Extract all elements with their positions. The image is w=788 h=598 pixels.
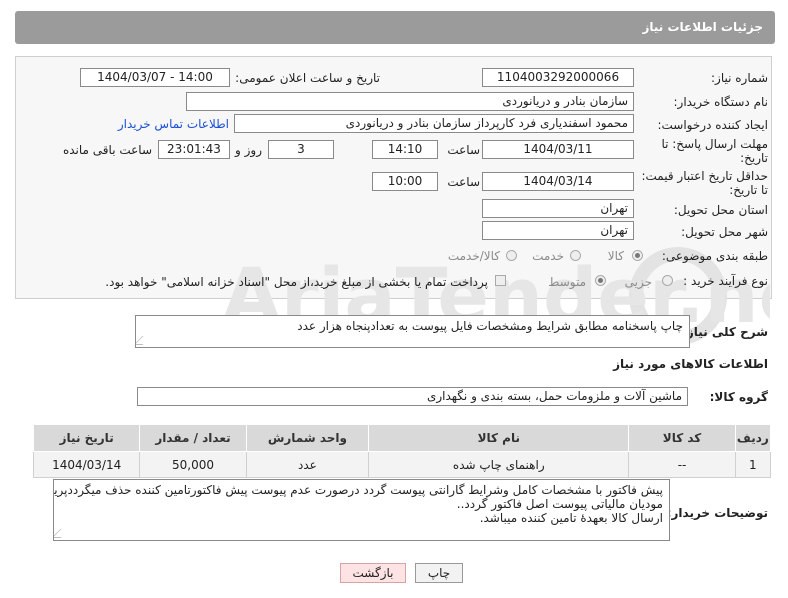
category-goods-radio[interactable] — [632, 250, 643, 261]
cell-unit: عدد — [245, 451, 370, 478]
cell-code: -- — [628, 451, 736, 478]
announce-date-label: تاریخ و ساعت اعلان عمومی: — [235, 71, 380, 85]
page-title: جزئیات اطلاعات نیاز — [642, 20, 763, 34]
reply-time-field: 14:10 — [372, 140, 438, 159]
days-label: روز و — [235, 143, 262, 157]
col-date-header: تاریخ نیاز — [32, 424, 141, 452]
city-label: شهر محل تحویل: — [681, 225, 768, 239]
category-service-label: خدمت — [532, 249, 564, 263]
price-date-field: 1404/03/14 — [482, 172, 634, 191]
buyer-org-label: نام دستگاه خریدار: — [673, 95, 769, 109]
buyer-org-field: سازمان بنادر و دریانوردی — [186, 92, 634, 111]
remaining-time-field: 23:01:43 — [158, 140, 230, 159]
reply-deadline-label: مهلت ارسال پاسخ: تا — [661, 137, 768, 151]
cell-date: 1404/03/14 — [32, 451, 141, 478]
price-deadline-label-2: تا تاریخ: — [729, 183, 768, 197]
treasury-payment-note: پرداخت تمام یا بخشی از مبلغ خرید،از محل … — [105, 275, 488, 289]
buyer-notes-textarea[interactable]: پیش فاکتور با مشخصات کامل وشرایط گارانتی… — [53, 479, 670, 541]
resize-grip-icon[interactable] — [54, 529, 70, 538]
page-header: جزئیات اطلاعات نیاز — [15, 11, 775, 44]
category-service-radio[interactable] — [570, 250, 581, 261]
cell-row: 1 — [734, 451, 772, 478]
process-medium-radio[interactable] — [595, 275, 606, 286]
city-field: تهران — [482, 221, 634, 240]
category-goods-label: کالا — [607, 249, 624, 263]
treasury-payment-checkbox[interactable] — [495, 275, 506, 286]
price-time-label: ساعت — [447, 175, 480, 189]
resize-grip-icon[interactable] — [136, 336, 152, 345]
col-unit-header: واحد شمارش — [245, 424, 370, 452]
category-label: طبقه بندی موضوعی: — [661, 249, 768, 263]
need-number-label: شماره نیاز: — [711, 71, 768, 85]
col-name-header: نام کالا — [368, 424, 630, 452]
buyer-notes-line-1: پیش فاکتور با مشخصات کامل وشرایط گارانتی… — [53, 483, 663, 497]
buyer-contact-link[interactable]: اطلاعات تماس خریدار — [118, 117, 229, 131]
col-row-header: ردیف — [734, 424, 772, 452]
process-minor-label: جزیی — [624, 275, 652, 289]
description-label: شرح کلی نیاز: — [682, 325, 768, 339]
process-medium-label: متوسط — [548, 275, 586, 289]
process-label: نوع فرآیند خرید : — [683, 274, 768, 288]
col-code-header: کد کالا — [628, 424, 736, 452]
goods-table: ردیف کد کالا نام کالا واحد شمارش تعداد /… — [32, 424, 772, 478]
announce-date-field: 1404/03/07 - 14:00 — [80, 68, 230, 87]
buyer-notes-line-3: ارسال کالا بعهدهٔ تامین کننده میباشد. — [479, 511, 663, 525]
province-label: استان محل تحویل: — [673, 203, 768, 217]
col-qty-header: تعداد / مقدار — [139, 424, 247, 452]
goods-group-field: ماشین آلات و ملزومات حمل، بسته بندی و نگ… — [137, 387, 688, 406]
cell-name: راهنمای چاپ شده — [368, 451, 630, 478]
need-number-field: 1104003292000066 — [482, 68, 634, 87]
buyer-notes-line-2: مودیان مالیاتی پیوست اصل فاکتور گردد.. — [456, 497, 663, 511]
price-deadline-label: حداقل تاریخ اعتبار قیمت: — [641, 169, 768, 183]
print-button[interactable]: چاپ — [415, 563, 463, 583]
category-both-radio[interactable] — [506, 250, 517, 261]
price-time-field: 10:00 — [372, 172, 438, 191]
reply-date-field: 1404/03/11 — [482, 140, 634, 159]
process-minor-radio[interactable] — [662, 275, 673, 286]
table-header-row: ردیف کد کالا نام کالا واحد شمارش تعداد /… — [32, 424, 772, 452]
province-field: تهران — [482, 199, 634, 218]
cell-qty: 50,000 — [139, 451, 247, 478]
category-both-label: کالا/خدمت — [447, 249, 500, 263]
reply-time-label: ساعت — [447, 143, 480, 157]
buyer-notes-label: توضیحات خریدار: — [666, 506, 768, 520]
days-field: 3 — [268, 140, 334, 159]
description-text: چاپ پاسخنامه مطابق شرایط ومشخصات فایل پی… — [297, 319, 683, 333]
goods-section-title: اطلاعات کالاهای مورد نیاز — [613, 357, 768, 371]
goods-group-label: گروه کالا: — [709, 390, 768, 404]
back-button[interactable]: بازگشت — [340, 563, 406, 583]
creator-field: محمود اسفندیاری فرد کارپرداز سازمان بناد… — [234, 114, 634, 133]
creator-label: ایجاد کننده درخواست: — [657, 118, 768, 132]
description-textarea[interactable]: چاپ پاسخنامه مطابق شرایط ومشخصات فایل پی… — [135, 315, 690, 348]
remaining-time-label: ساعت باقی مانده — [62, 143, 152, 157]
table-row: 1 -- راهنمای چاپ شده عدد 50,000 1404/03/… — [32, 451, 772, 478]
reply-deadline-label-2: تاریخ: — [740, 151, 768, 165]
